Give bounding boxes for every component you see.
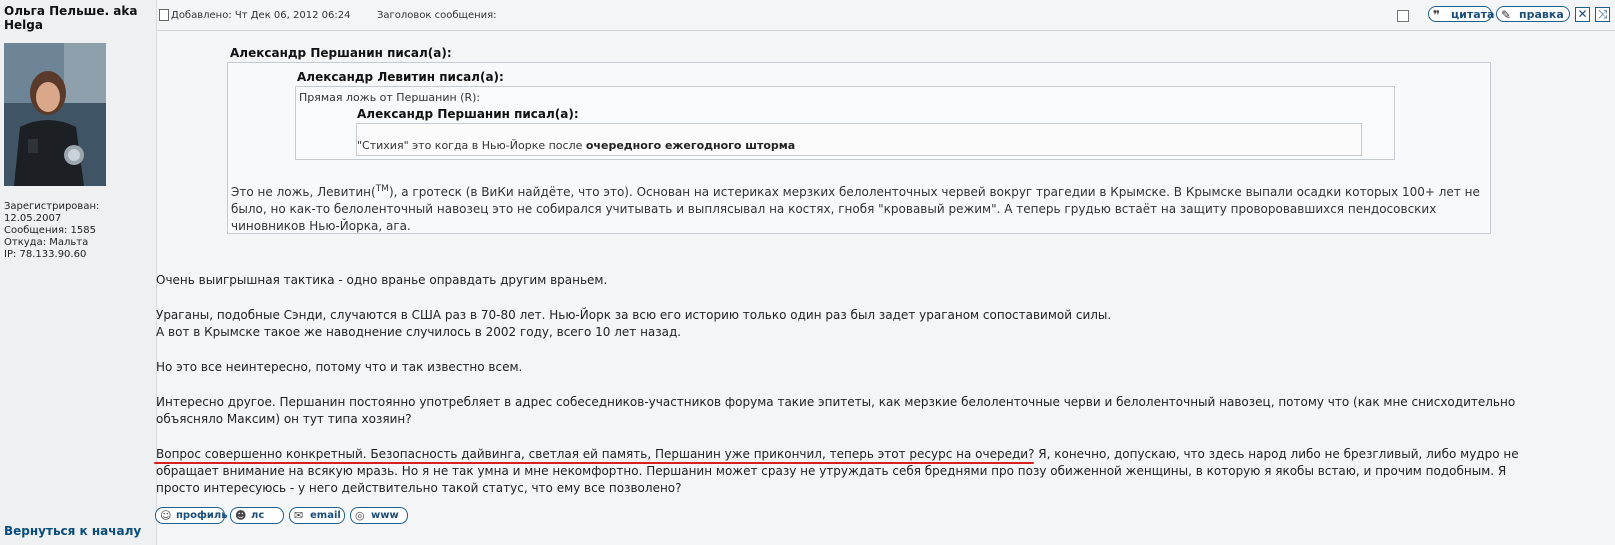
quote2-text: Прямая ложь от Першанин (R): <box>299 91 481 104</box>
users-icon: ☻ <box>235 509 247 522</box>
globe-icon: ◎ <box>355 509 365 522</box>
body-paragraph: Очень выигрышная тактика - одно вранье о… <box>156 273 608 287</box>
edit-icon: ✎ <box>1501 8 1512 22</box>
post-icon <box>159 9 169 21</box>
quote-button[interactable]: ❞ цитата <box>1428 6 1494 22</box>
registered-label: Зарегистрирован: <box>4 201 100 212</box>
ip-address: IP: 78.133.90.60 <box>4 249 87 260</box>
quote3-title: Александр Першанин писал(а): <box>357 107 579 121</box>
profile-button[interactable]: ☺ профиль <box>155 507 228 524</box>
quote1-title: Александр Першанин писал(а): <box>230 46 452 60</box>
body-paragraph: А вот в Крымске такое же наводнение случ… <box>156 325 682 339</box>
avatar <box>4 43 106 186</box>
author-column: Ольга Пельше. aka Helga Зарегистрирован:… <box>0 0 157 545</box>
location: Откуда: Мальта <box>4 237 89 248</box>
quote2-title: Александр Левитин писал(а): <box>297 70 504 84</box>
quote1-text: Это не ложь, Левитин(TM), а гротеск (в В… <box>231 184 1480 233</box>
author-name: Ольга Пельше. aka Helga <box>4 4 138 32</box>
subject-label: Заголовок сообщения: <box>377 10 497 21</box>
close-x-icon[interactable]: ✕ <box>1575 7 1590 22</box>
body-paragraph: Но это все неинтересно, потому что и так… <box>156 360 523 374</box>
body-paragraph: Вопрос совершенно конкретный. Безопаснос… <box>156 447 1519 495</box>
avatar-image <box>4 43 106 186</box>
red-underline-mark <box>154 462 1034 464</box>
select-post-checkbox[interactable] <box>1397 10 1409 22</box>
posted-date: Добавлено: Чт Дек 06, 2012 06:24 <box>171 10 351 21</box>
author-info: Зарегистрирован: 12.05.2007 Сообщения: 1… <box>4 201 154 261</box>
body-paragraph: Интересно другое. Першанин постоянно упо… <box>156 395 1516 426</box>
post-header: Добавлено: Чт Дек 06, 2012 06:24 Заголов… <box>157 6 1615 26</box>
user-icon: ☺ <box>160 509 172 522</box>
email-button[interactable]: ✉ email <box>289 507 345 524</box>
crossed-arrows-icon[interactable]: ⤨ <box>1595 7 1610 22</box>
header-divider <box>157 30 1615 31</box>
registered-date: 12.05.2007 <box>4 213 62 224</box>
pm-button[interactable]: ☻ лс <box>230 507 284 524</box>
quote-icon: ❞ <box>1433 8 1441 22</box>
body-paragraph: Ураганы, подобные Сэнди, случаются в США… <box>156 308 1112 322</box>
back-to-top-link[interactable]: Вернуться к началу <box>4 524 141 538</box>
message-column: Добавлено: Чт Дек 06, 2012 06:24 Заголов… <box>154 0 1615 545</box>
www-button[interactable]: ◎ www <box>350 507 408 524</box>
envelope-icon: ✉ <box>294 509 304 522</box>
posts-count: Сообщения: 1585 <box>4 225 97 236</box>
quote3-text: "Стихия" это когда в Нью-Йорке после оче… <box>357 139 796 152</box>
edit-button[interactable]: ✎ правка <box>1496 6 1570 22</box>
